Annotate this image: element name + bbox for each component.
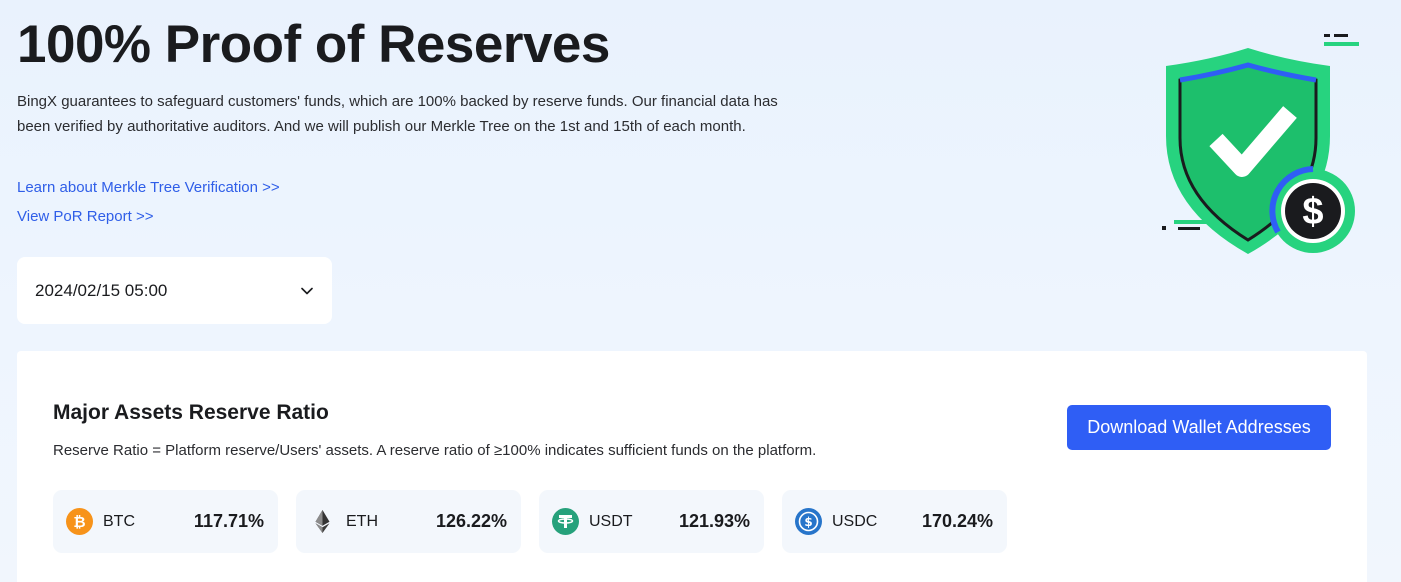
asset-card-usdt: USDT 121.93% xyxy=(539,490,764,553)
asset-list: ₿ BTC 117.71% ETH 126.22% USDT 121.93% $… xyxy=(53,490,1007,553)
reserve-ratio-panel: Major Assets Reserve Ratio Reserve Ratio… xyxy=(17,351,1367,582)
hero-description: BingX guarantees to safeguard customers'… xyxy=(17,93,778,135)
por-report-link[interactable]: View PoR Report >> xyxy=(17,208,153,225)
asset-symbol: BTC xyxy=(103,512,135,530)
snapshot-date-select[interactable]: 2024/02/15 05:00 xyxy=(17,257,332,324)
svg-text:$: $ xyxy=(804,515,812,529)
asset-reserve-ratio: 121.93% xyxy=(678,511,750,531)
eth-icon xyxy=(309,508,336,535)
merkle-tree-link[interactable]: Learn about Merkle Tree Verification >> xyxy=(17,179,280,196)
asset-card-usdc: $ USDC 170.24% xyxy=(782,490,1007,553)
asset-card-btc: ₿ BTC 117.71% xyxy=(53,490,278,553)
svg-text:$: $ xyxy=(1302,191,1323,233)
usdc-icon: $ xyxy=(795,508,822,535)
snapshot-date-value: 2024/02/15 05:00 xyxy=(35,280,168,300)
chevron-down-icon xyxy=(300,284,314,298)
btc-icon: ₿ xyxy=(66,508,93,535)
download-wallet-addresses-button[interactable]: Download Wallet Addresses xyxy=(1067,405,1331,450)
asset-symbol: USDT xyxy=(589,512,633,530)
shield-check-dollar-icon: $ xyxy=(1150,28,1370,263)
reserve-ratio-title: Major Assets Reserve Ratio xyxy=(53,401,329,424)
asset-card-eth: ETH 126.22% xyxy=(296,490,521,553)
svg-text:₿: ₿ xyxy=(73,513,85,531)
asset-symbol: ETH xyxy=(346,512,378,530)
page-title: 100% Proof of Reserves xyxy=(17,15,610,74)
usdt-icon xyxy=(552,508,579,535)
asset-reserve-ratio: 170.24% xyxy=(921,511,993,531)
reserve-ratio-subtitle: Reserve Ratio = Platform reserve/Users' … xyxy=(53,442,817,459)
asset-reserve-ratio: 126.22% xyxy=(435,511,507,531)
asset-symbol: USDC xyxy=(832,512,878,530)
asset-reserve-ratio: 117.71% xyxy=(193,511,264,531)
